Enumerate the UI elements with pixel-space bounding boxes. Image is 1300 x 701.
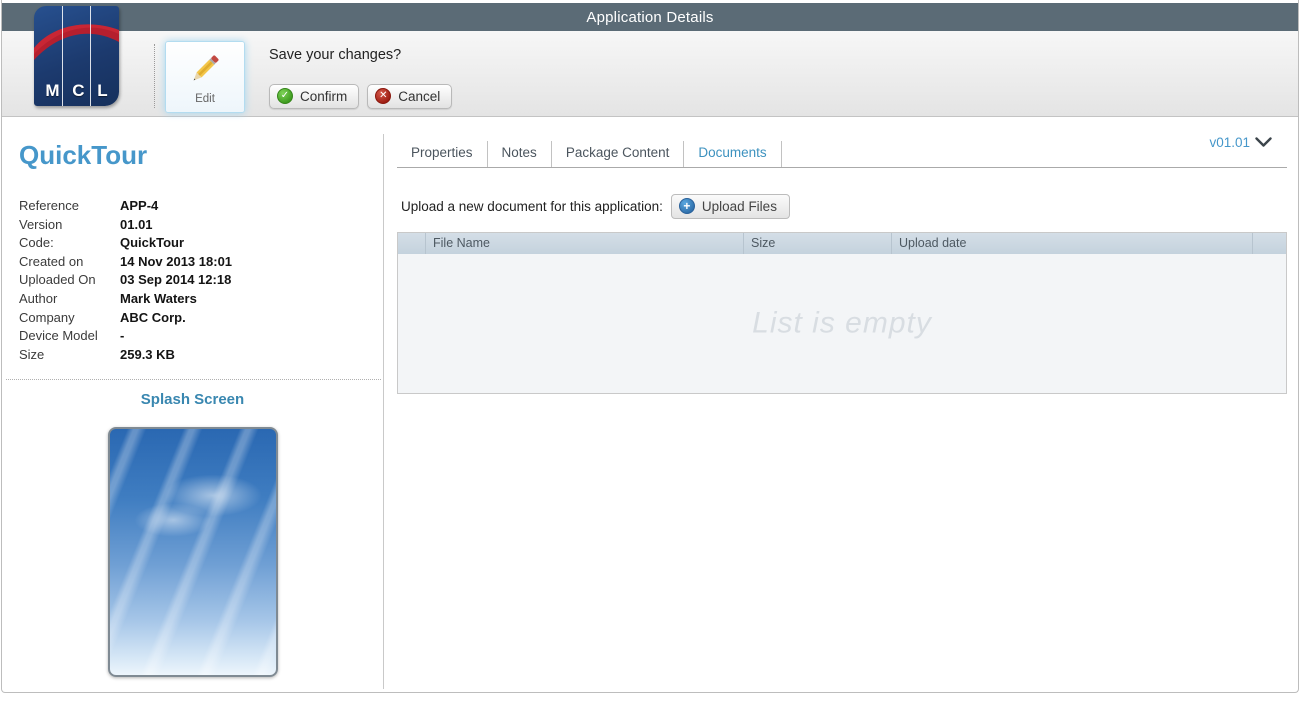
upload-row: Upload a new document for this applicati…	[401, 194, 1287, 219]
property-value: 01.01	[120, 216, 153, 232]
content-area: QuickTour Reference APP-4 Version 01.01 …	[2, 117, 1298, 692]
application-window: Application Details M C L Edit Save your…	[1, 0, 1299, 693]
pencil-icon	[193, 55, 219, 81]
application-summary-panel: QuickTour Reference APP-4 Version 01.01 …	[2, 117, 383, 692]
confirm-button[interactable]: ✓ Confirm	[269, 84, 360, 109]
property-list: Reference APP-4 Version 01.01 Code: Quic…	[19, 197, 383, 364]
edit-button-label: Edit	[195, 93, 215, 105]
property-row: Size 259.3 KB	[19, 346, 383, 365]
table-body: List is empty	[398, 254, 1286, 393]
table-header-select	[398, 233, 426, 254]
table-header-file-name[interactable]: File Name	[426, 233, 744, 254]
documents-table: File Name Size Upload date List is empty	[397, 232, 1287, 394]
property-row: Version 01.01	[19, 216, 383, 235]
property-label: Created on	[19, 253, 84, 269]
plus-icon: +	[678, 198, 695, 214]
tab-package-content[interactable]: Package Content	[552, 141, 685, 167]
table-header-upload-date[interactable]: Upload date	[892, 233, 1253, 254]
table-header-size[interactable]: Size	[744, 233, 892, 254]
edit-button[interactable]: Edit	[165, 41, 245, 113]
splash-screen-image	[107, 427, 278, 678]
titlebar: Application Details	[2, 3, 1298, 31]
panel-divider	[6, 379, 381, 381]
version-selector-label: v01.01	[1209, 135, 1250, 150]
tab-documents[interactable]: Documents	[684, 141, 782, 167]
table-header-spacer	[1253, 233, 1286, 254]
property-row: Uploaded On 03 Sep 2014 12:18	[19, 271, 383, 290]
mcl-logo: M C L	[34, 6, 119, 106]
property-label: Company	[19, 309, 75, 325]
logo-letters: M C L	[34, 81, 119, 101]
tab-bar: Properties Notes Package Content Documen…	[397, 141, 1287, 167]
property-row: Company ABC Corp.	[19, 309, 383, 328]
empty-list-message: List is empty	[752, 305, 932, 339]
table-header: File Name Size Upload date	[398, 233, 1286, 254]
toolbar: M C L Edit Save your changes? ✓ Confirm …	[2, 6, 1298, 117]
property-value: ABC Corp.	[120, 309, 186, 325]
property-row: Created on 14 Nov 2013 18:01	[19, 253, 383, 272]
property-label: Code:	[19, 235, 54, 251]
save-prompt-area: Save your changes? ✓ Confirm ✕ Cancel	[269, 41, 453, 109]
details-panel: v01.01 Properties Notes Package Content …	[384, 117, 1298, 692]
upload-prompt: Upload a new document for this applicati…	[401, 199, 663, 214]
version-selector[interactable]: v01.01	[1209, 135, 1272, 150]
chevron-down-icon	[1255, 137, 1272, 147]
property-row: Author Mark Waters	[19, 290, 383, 309]
property-value: 03 Sep 2014 12:18	[120, 272, 232, 288]
property-value: QuickTour	[120, 235, 185, 251]
property-label: Author	[19, 290, 58, 306]
tab-notes[interactable]: Notes	[488, 141, 552, 167]
upload-files-button-label: Upload Files	[701, 198, 777, 214]
cancel-button[interactable]: ✕ Cancel	[367, 84, 453, 109]
logo-letter-l: L	[97, 81, 108, 100]
page-title: Application Details	[586, 8, 714, 26]
application-name: QuickTour	[19, 140, 148, 170]
logo-swoosh-icon	[34, 24, 119, 60]
cancel-x-icon: ✕	[375, 88, 392, 104]
property-row: Device Model -	[19, 327, 383, 346]
save-prompt-text: Save your changes?	[269, 47, 402, 63]
property-row: Code: QuickTour	[19, 234, 383, 253]
property-label: Size	[19, 346, 45, 362]
logo-letter-m: M	[45, 81, 60, 100]
upload-files-button[interactable]: + Upload Files	[670, 194, 790, 219]
logo-letter-c: C	[72, 81, 85, 100]
tab-rule	[397, 167, 1287, 168]
property-value: Mark Waters	[120, 290, 197, 306]
tab-properties[interactable]: Properties	[397, 141, 488, 167]
save-buttons: ✓ Confirm ✕ Cancel	[269, 84, 453, 109]
property-row: Reference APP-4	[19, 197, 383, 216]
property-label: Reference	[19, 198, 79, 213]
property-label: Uploaded On	[19, 272, 96, 288]
confirm-button-label: Confirm	[300, 88, 348, 104]
toolbar-separator	[154, 44, 155, 108]
property-label: Device Model	[19, 328, 98, 344]
property-value: 14 Nov 2013 18:01	[120, 253, 233, 269]
property-value: APP-4	[120, 198, 159, 213]
property-value: -	[120, 328, 125, 344]
confirm-check-icon: ✓	[277, 88, 293, 104]
property-label: Version	[19, 216, 63, 232]
splash-screen-title: Splash Screen	[140, 391, 245, 409]
property-value: 259.3 KB	[120, 346, 175, 362]
cancel-button-label: Cancel	[398, 88, 441, 104]
